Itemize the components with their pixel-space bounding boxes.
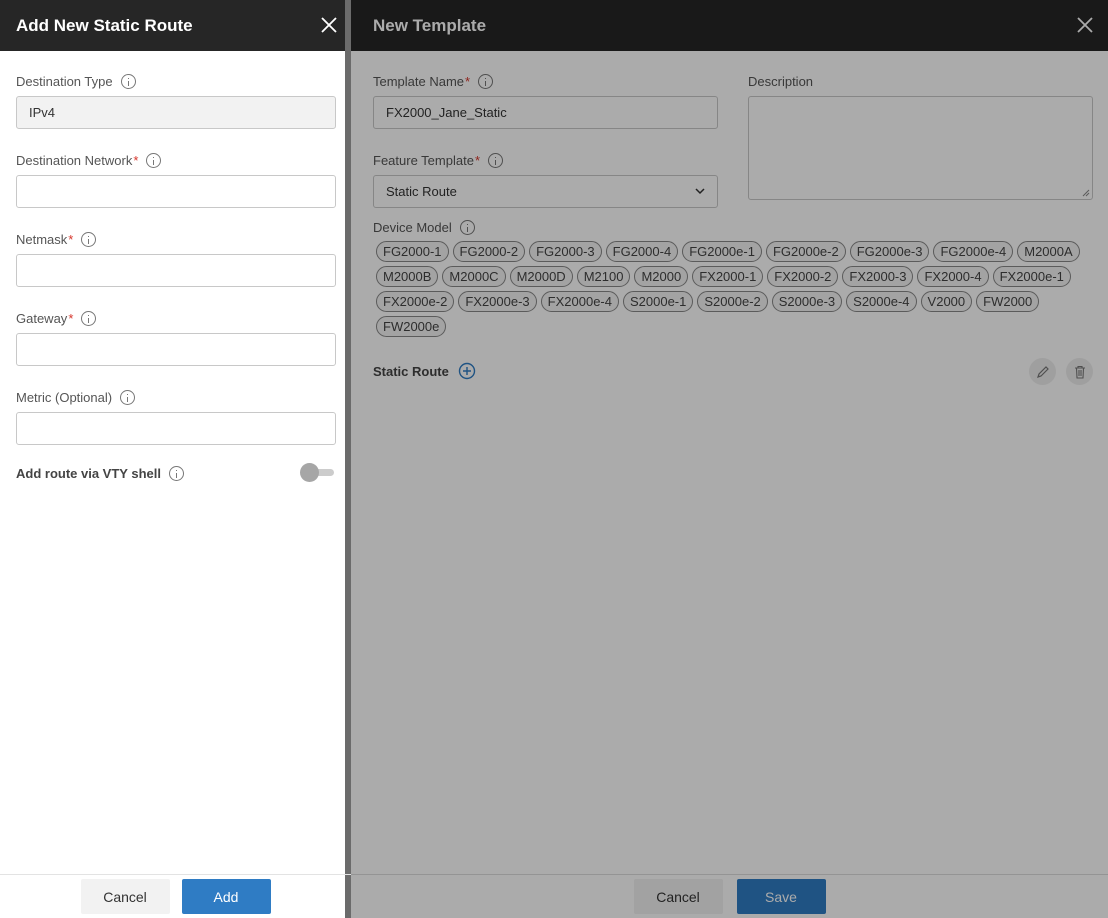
close-icon[interactable] bbox=[319, 15, 339, 35]
info-icon[interactable] bbox=[81, 231, 97, 247]
metric-input[interactable] bbox=[16, 412, 336, 445]
netmask-input[interactable] bbox=[16, 254, 336, 287]
add-static-route-drawer: Add New Static Route Destination Type IP… bbox=[0, 0, 351, 918]
info-icon[interactable] bbox=[81, 310, 97, 326]
vty-shell-row: Add route via VTY shell bbox=[16, 462, 336, 484]
cancel-button[interactable]: Cancel bbox=[80, 879, 170, 914]
gateway-label: Gateway * bbox=[16, 309, 336, 327]
info-icon[interactable] bbox=[120, 73, 136, 89]
info-icon[interactable] bbox=[168, 465, 184, 481]
drawer-title: Add New Static Route bbox=[16, 15, 193, 35]
info-icon[interactable] bbox=[146, 152, 162, 168]
vty-shell-toggle[interactable] bbox=[300, 462, 336, 484]
destination-network-label: Destination Network * bbox=[16, 151, 336, 169]
add-button[interactable]: Add bbox=[181, 879, 271, 914]
modal-overlay bbox=[351, 0, 1108, 918]
destination-type-label: Destination Type bbox=[16, 72, 336, 90]
vty-shell-label: Add route via VTY shell bbox=[16, 465, 161, 481]
info-icon[interactable] bbox=[120, 389, 136, 405]
gateway-input[interactable] bbox=[16, 333, 336, 366]
destination-network-input[interactable] bbox=[16, 175, 336, 208]
destination-type-field: IPv4 bbox=[16, 96, 336, 129]
drawer-header: Add New Static Route bbox=[0, 0, 345, 51]
metric-label: Metric (Optional) bbox=[16, 388, 336, 406]
drawer-footer: Cancel Add bbox=[0, 874, 351, 918]
netmask-label: Netmask * bbox=[16, 230, 336, 248]
